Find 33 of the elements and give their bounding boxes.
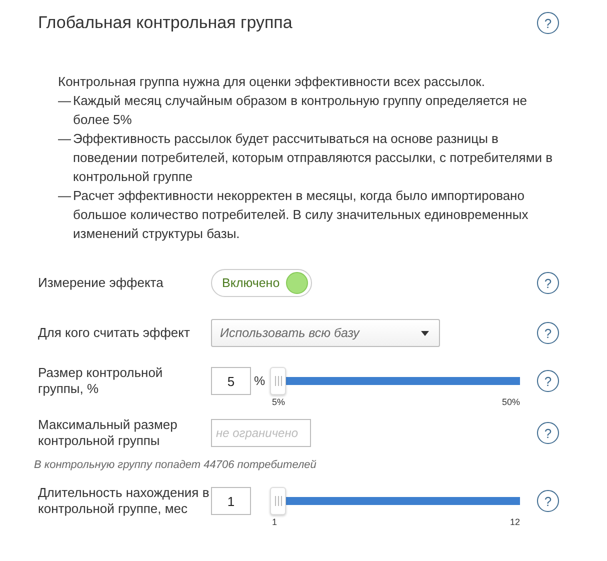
dash-bullet: — <box>58 92 72 110</box>
field-label: Длительность нахождения в контрольной группе, мес <box>38 485 210 517</box>
page-title: Глобальная контрольная группа <box>38 13 292 33</box>
help-icon[interactable]: ? <box>537 422 559 444</box>
help-icon[interactable]: ? <box>537 490 559 512</box>
effect-toggle[interactable]: Включено <box>211 269 312 297</box>
dash-bullet: — <box>58 187 72 205</box>
description-point: Расчет эффективности некорректен в месяцы, когда было импортировано большое количество потребителей. В силу значительных единовременных изменений структуры базы. <box>73 187 530 243</box>
value-field[interactable]: 5 <box>211 367 251 395</box>
help-icon[interactable]: ? <box>537 12 559 34</box>
min-label: 1 <box>272 517 278 527</box>
max-label: 12 <box>510 517 520 527</box>
estimate-note: В контрольную группу попадет 44706 потребителей <box>34 459 318 471</box>
min-label: 5% <box>272 397 286 407</box>
description-point: Эффективность рассылок будет рассчитываться на основе разницы в поведении потребителей, которым отправляются рассылки, с потребителями в контрольной группе <box>73 130 554 186</box>
field-label: Для кого считать эффект <box>38 325 191 341</box>
slider-handle[interactable] <box>270 367 286 395</box>
description-point: Каждый месяц случайным образом в контрольную группу определяется не более 5% <box>73 92 528 129</box>
audience-dropdown[interactable]: Использовать всю базу <box>211 319 440 347</box>
max-size-field[interactable]: не ограничено <box>211 419 311 447</box>
max-label: 50% <box>502 397 520 407</box>
help-icon[interactable]: ? <box>537 370 559 392</box>
slider-handle[interactable] <box>270 487 286 515</box>
unit-label: % <box>254 374 266 388</box>
field-label: Максимальный размер контрольной группы <box>38 417 178 449</box>
field-label: Размер контрольной группы, % <box>38 365 164 397</box>
help-icon[interactable]: ? <box>537 272 559 294</box>
caret-icon <box>421 330 429 336</box>
help-icon[interactable]: ? <box>537 322 559 344</box>
dash-bullet: — <box>58 130 72 148</box>
description-text: Контрольная группа нужна для оценки эффективности всех рассылок. <box>58 73 486 91</box>
value-field[interactable]: 1 <box>211 487 251 515</box>
field-label: Измерение эффекта <box>38 275 164 291</box>
